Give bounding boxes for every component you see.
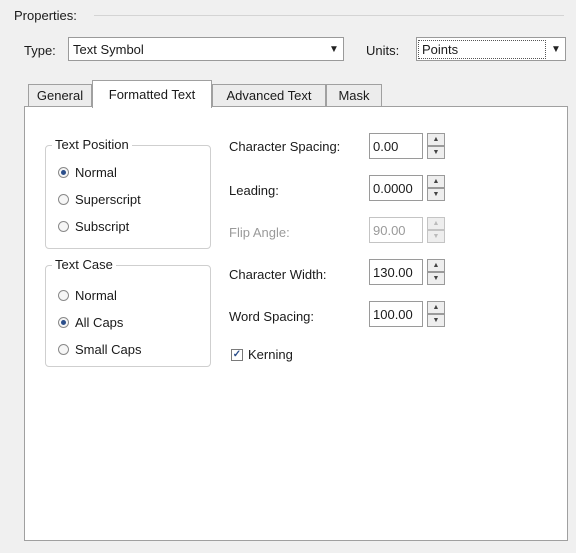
type-dropdown-value: Text Symbol (73, 41, 144, 57)
radio-position-subscript[interactable]: Subscript (58, 219, 129, 234)
radio-label: Subscript (75, 219, 130, 234)
units-dropdown[interactable]: Points ▼ (416, 37, 566, 61)
arrow-down-icon: ▼ (427, 230, 445, 243)
character-width-input[interactable]: 130.00 (369, 259, 423, 285)
word-spacing-spinner[interactable]: 100.00 ▲ ▼ (369, 301, 447, 327)
leading-input[interactable]: 0.0000 (369, 175, 423, 201)
radio-icon (58, 290, 69, 301)
units-dropdown-value: Points (418, 39, 546, 59)
text-position-group: Text Position Normal Superscript Subscri… (45, 137, 211, 249)
text-case-legend: Text Case (52, 257, 116, 272)
radio-case-all-caps[interactable]: All Caps (58, 315, 123, 330)
type-label: Type: (24, 43, 56, 58)
tab-advanced-text[interactable]: Advanced Text (212, 84, 326, 106)
radio-label: All Caps (75, 315, 124, 330)
character-width-label: Character Width: (229, 267, 327, 282)
chevron-down-icon: ▼ (551, 43, 561, 55)
flip-angle-input: 90.00 (369, 217, 423, 243)
properties-divider (94, 15, 564, 16)
radio-position-normal[interactable]: Normal (58, 165, 117, 180)
radio-case-normal[interactable]: Normal (58, 288, 117, 303)
radio-position-superscript[interactable]: Superscript (58, 192, 141, 207)
arrow-up-icon[interactable]: ▲ (427, 301, 445, 314)
tab-advanced-text-label: Advanced Text (226, 88, 312, 103)
arrow-up-icon[interactable]: ▲ (427, 175, 445, 188)
word-spacing-label: Word Spacing: (229, 309, 315, 324)
radio-selected-icon (58, 317, 69, 328)
arrow-down-icon[interactable]: ▼ (427, 272, 445, 285)
chevron-down-icon: ▼ (329, 43, 339, 55)
radio-label: Normal (75, 165, 117, 180)
arrow-up-icon: ▲ (427, 217, 445, 230)
leading-label: Leading: (229, 183, 279, 198)
tab-mask[interactable]: Mask (326, 84, 382, 106)
character-width-spinner[interactable]: 130.00 ▲ ▼ (369, 259, 447, 285)
tab-general-label: General (36, 88, 84, 103)
tab-formatted-text-label: Formatted Text (108, 87, 196, 102)
arrow-down-icon[interactable]: ▼ (427, 188, 445, 201)
kerning-checkbox[interactable]: ✓ Kerning (231, 347, 293, 362)
character-spacing-input[interactable]: 0.00 (369, 133, 423, 159)
tab-formatted-text[interactable]: Formatted Text (92, 80, 212, 108)
radio-label: Normal (75, 288, 117, 303)
type-dropdown[interactable]: Text Symbol ▼ (68, 37, 344, 61)
arrow-up-icon[interactable]: ▲ (427, 133, 445, 146)
kerning-label: Kerning (248, 347, 293, 362)
character-spacing-label: Character Spacing: (229, 139, 341, 154)
radio-icon (58, 194, 69, 205)
checkmark-icon: ✓ (231, 348, 243, 361)
word-spacing-input[interactable]: 100.00 (369, 301, 423, 327)
tab-general[interactable]: General (28, 84, 92, 106)
flip-angle-label: Flip Angle: (229, 225, 290, 240)
radio-icon (58, 344, 69, 355)
tab-mask-label: Mask (338, 88, 370, 103)
text-position-legend: Text Position (52, 137, 132, 152)
formatted-text-panel: Text Position Normal Superscript Subscri… (24, 106, 568, 541)
arrow-down-icon[interactable]: ▼ (427, 146, 445, 159)
flip-angle-spinner: 90.00 ▲ ▼ (369, 217, 447, 243)
radio-icon (58, 221, 69, 232)
radio-label: Superscript (75, 192, 141, 207)
arrow-down-icon[interactable]: ▼ (427, 314, 445, 327)
units-label: Units: (366, 43, 400, 58)
radio-label: Small Caps (75, 342, 142, 357)
properties-group-label: Properties: (14, 8, 77, 23)
character-spacing-spinner[interactable]: 0.00 ▲ ▼ (369, 133, 447, 159)
leading-spinner[interactable]: 0.0000 ▲ ▼ (369, 175, 447, 201)
radio-selected-icon (58, 167, 69, 178)
arrow-up-icon[interactable]: ▲ (427, 259, 445, 272)
radio-case-small-caps[interactable]: Small Caps (58, 342, 141, 357)
text-case-group: Text Case Normal All Caps Small Caps (45, 257, 211, 367)
